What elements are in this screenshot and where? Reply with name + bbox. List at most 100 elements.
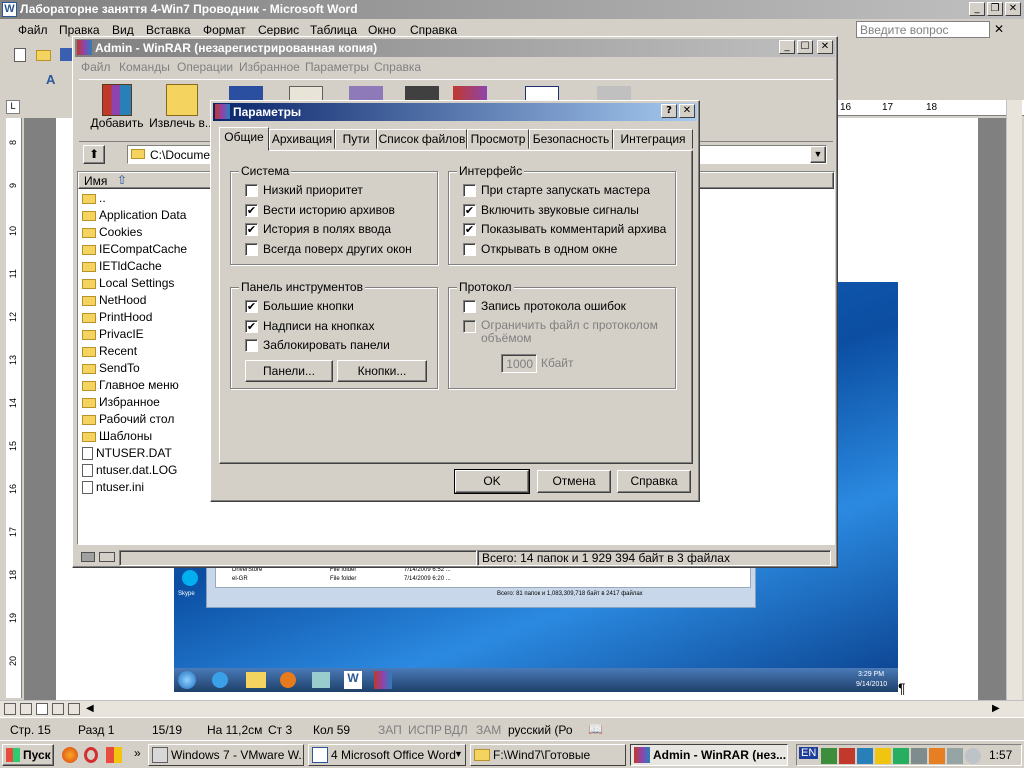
word-maximize-button[interactable]: ❐ bbox=[987, 2, 1003, 16]
tab-view[interactable]: Просмотр bbox=[467, 129, 529, 149]
tray-network-icon[interactable] bbox=[821, 748, 837, 764]
winrar-menu-operations[interactable]: Операции bbox=[177, 60, 233, 74]
quicklaunch-more-icon[interactable]: » bbox=[134, 746, 141, 760]
label-show-comment[interactable]: Показывать комментарий архива bbox=[481, 222, 666, 236]
cancel-button[interactable]: Отмена bbox=[537, 470, 611, 493]
firefox-quicklaunch-icon[interactable] bbox=[62, 747, 78, 763]
word-menu-table[interactable]: Таблица bbox=[310, 23, 357, 37]
tray-app-icon-6[interactable] bbox=[929, 748, 945, 764]
word-menu-window[interactable]: Окно bbox=[368, 23, 396, 37]
winrar-menu-help[interactable]: Справка bbox=[374, 60, 421, 74]
spelling-status-icon[interactable]: 📖 bbox=[588, 722, 603, 736]
checkbox-archive-history[interactable]: ✔ bbox=[245, 204, 258, 217]
tab-security[interactable]: Безопасность bbox=[529, 129, 613, 149]
dialog-close-button[interactable]: ✕ bbox=[679, 104, 695, 118]
word-menu-format[interactable]: Формат bbox=[203, 23, 246, 37]
task-explorer[interactable]: F:\Wind7\Готовые bbox=[470, 744, 626, 766]
status-rec[interactable]: ЗАП bbox=[378, 723, 402, 737]
winrar-close-button[interactable]: ✕ bbox=[817, 40, 833, 54]
word-scroll-thumb[interactable] bbox=[1007, 510, 1022, 524]
tray-app-icon-4[interactable] bbox=[893, 748, 909, 764]
winrar-minimize-button[interactable]: _ bbox=[779, 40, 795, 54]
label-lock-toolbars[interactable]: Заблокировать панели bbox=[263, 338, 390, 352]
buttons-button[interactable]: Кнопки... bbox=[337, 360, 427, 382]
winrar-title-bar[interactable]: Admin - WinRAR (незарегистрированная коп… bbox=[75, 39, 835, 57]
font-icon[interactable]: A bbox=[46, 72, 55, 87]
start-button[interactable]: Пуск bbox=[2, 744, 54, 766]
label-sounds[interactable]: Включить звуковые сигналы bbox=[481, 203, 639, 217]
limit-size-input[interactable]: 1000 bbox=[501, 354, 537, 373]
checkbox-start-wizard[interactable] bbox=[463, 184, 476, 197]
winrar-maximize-button[interactable]: ☐ bbox=[797, 40, 813, 54]
checkbox-large-buttons[interactable]: ✔ bbox=[245, 300, 258, 313]
checkbox-single-window[interactable] bbox=[463, 243, 476, 256]
label-input-history[interactable]: История в полях ввода bbox=[263, 222, 391, 236]
new-document-icon[interactable] bbox=[14, 48, 26, 62]
label-archive-history[interactable]: Вести историю архивов bbox=[263, 203, 395, 217]
tray-lang[interactable]: EN bbox=[799, 747, 819, 759]
checkbox-show-comment[interactable]: ✔ bbox=[463, 223, 476, 236]
word-title-bar[interactable]: W Лабораторне заняття 4-Win7 Проводник -… bbox=[0, 0, 1024, 19]
winrar-menu-file[interactable]: Файл bbox=[81, 60, 111, 74]
web-view-icon[interactable] bbox=[20, 703, 32, 715]
dialog-help-button[interactable]: ? bbox=[661, 104, 677, 118]
tab-paths[interactable]: Пути bbox=[335, 129, 377, 149]
label-start-wizard[interactable]: При старте запускать мастера bbox=[481, 183, 650, 197]
winrar-menu-commands[interactable]: Команды bbox=[119, 60, 170, 74]
word-menu-tools[interactable]: Сервис bbox=[258, 23, 299, 37]
tab-integration[interactable]: Интеграция bbox=[613, 129, 693, 149]
messenger-quicklaunch-icon[interactable] bbox=[106, 747, 122, 763]
status-ovr[interactable]: ЗАМ bbox=[476, 723, 501, 737]
panels-button[interactable]: Панели... bbox=[245, 360, 333, 382]
tray-app-icon-1[interactable] bbox=[839, 748, 855, 764]
opera-quicklaunch-icon[interactable] bbox=[84, 747, 98, 763]
word-menu-help[interactable]: Справка bbox=[410, 23, 457, 37]
word-vertical-scrollbar[interactable] bbox=[1006, 100, 1022, 700]
word-doc-close-icon[interactable]: ✕ bbox=[994, 22, 1004, 36]
checkbox-input-history[interactable]: ✔ bbox=[245, 223, 258, 236]
task-winrar[interactable]: Admin - WinRAR (нез... bbox=[630, 744, 788, 766]
word-minimize-button[interactable]: _ bbox=[969, 2, 985, 16]
path-dropdown-icon[interactable]: ▼ bbox=[810, 146, 826, 163]
extract-button[interactable]: Извлечь в... bbox=[149, 82, 215, 134]
tray-app-icon-2[interactable] bbox=[857, 748, 873, 764]
word-horizontal-scrollbar[interactable]: ◀ ▶ bbox=[0, 700, 1024, 717]
task-vmware[interactable]: Windows 7 - VMware W... bbox=[148, 744, 304, 766]
key-icon[interactable] bbox=[99, 552, 115, 562]
checkbox-button-labels[interactable]: ✔ bbox=[245, 320, 258, 333]
tab-general[interactable]: Общие bbox=[219, 127, 269, 151]
checkbox-log-errors[interactable] bbox=[463, 300, 476, 313]
tab-archiving[interactable]: Архивация bbox=[269, 129, 335, 149]
status-trk[interactable]: ИСПР bbox=[408, 723, 442, 737]
outline-view-icon[interactable] bbox=[52, 703, 64, 715]
word-menu-insert[interactable]: Вставка bbox=[146, 23, 191, 37]
drive-icon[interactable] bbox=[81, 552, 95, 562]
label-large-buttons[interactable]: Большие кнопки bbox=[263, 299, 354, 313]
tray-app-icon-7[interactable] bbox=[965, 748, 981, 764]
checkbox-always-on-top[interactable] bbox=[245, 243, 258, 256]
checkbox-low-priority[interactable] bbox=[245, 184, 258, 197]
label-low-priority[interactable]: Низкий приоритет bbox=[263, 183, 363, 197]
tab-file-list[interactable]: Список файлов bbox=[377, 129, 467, 149]
open-folder-icon[interactable] bbox=[36, 50, 51, 61]
tray-app-icon-3[interactable] bbox=[875, 748, 891, 764]
word-menu-view[interactable]: Вид bbox=[112, 23, 134, 37]
tray-app-icon-5[interactable] bbox=[911, 748, 927, 764]
dialog-title-bar[interactable]: Параметры ? ✕ bbox=[213, 103, 697, 121]
label-log-errors[interactable]: Запись протокола ошибок bbox=[481, 299, 626, 313]
word-help-box[interactable]: Введите вопрос bbox=[856, 21, 990, 38]
winrar-menu-options[interactable]: Параметры bbox=[305, 60, 369, 74]
save-icon[interactable] bbox=[60, 48, 72, 61]
label-limit-log-1[interactable]: Ограничить файл с протоколом bbox=[481, 318, 658, 332]
label-single-window[interactable]: Открывать в одном окне bbox=[481, 242, 617, 256]
ruler-tab-selector[interactable]: L bbox=[6, 100, 20, 114]
word-close-button[interactable]: ✕ bbox=[1005, 2, 1021, 16]
help-button[interactable]: Справка bbox=[617, 470, 691, 493]
scroll-left-icon[interactable]: ◀ bbox=[86, 703, 94, 714]
add-button[interactable]: Добавить bbox=[87, 82, 147, 134]
checkbox-sounds[interactable]: ✔ bbox=[463, 204, 476, 217]
print-view-icon[interactable] bbox=[36, 703, 48, 715]
task-word-group-arrow-icon[interactable]: ▼ bbox=[454, 749, 463, 759]
task-word[interactable]: 4 Microsoft Office Word bbox=[308, 744, 466, 766]
word-menu-edit[interactable]: Правка bbox=[59, 23, 100, 37]
